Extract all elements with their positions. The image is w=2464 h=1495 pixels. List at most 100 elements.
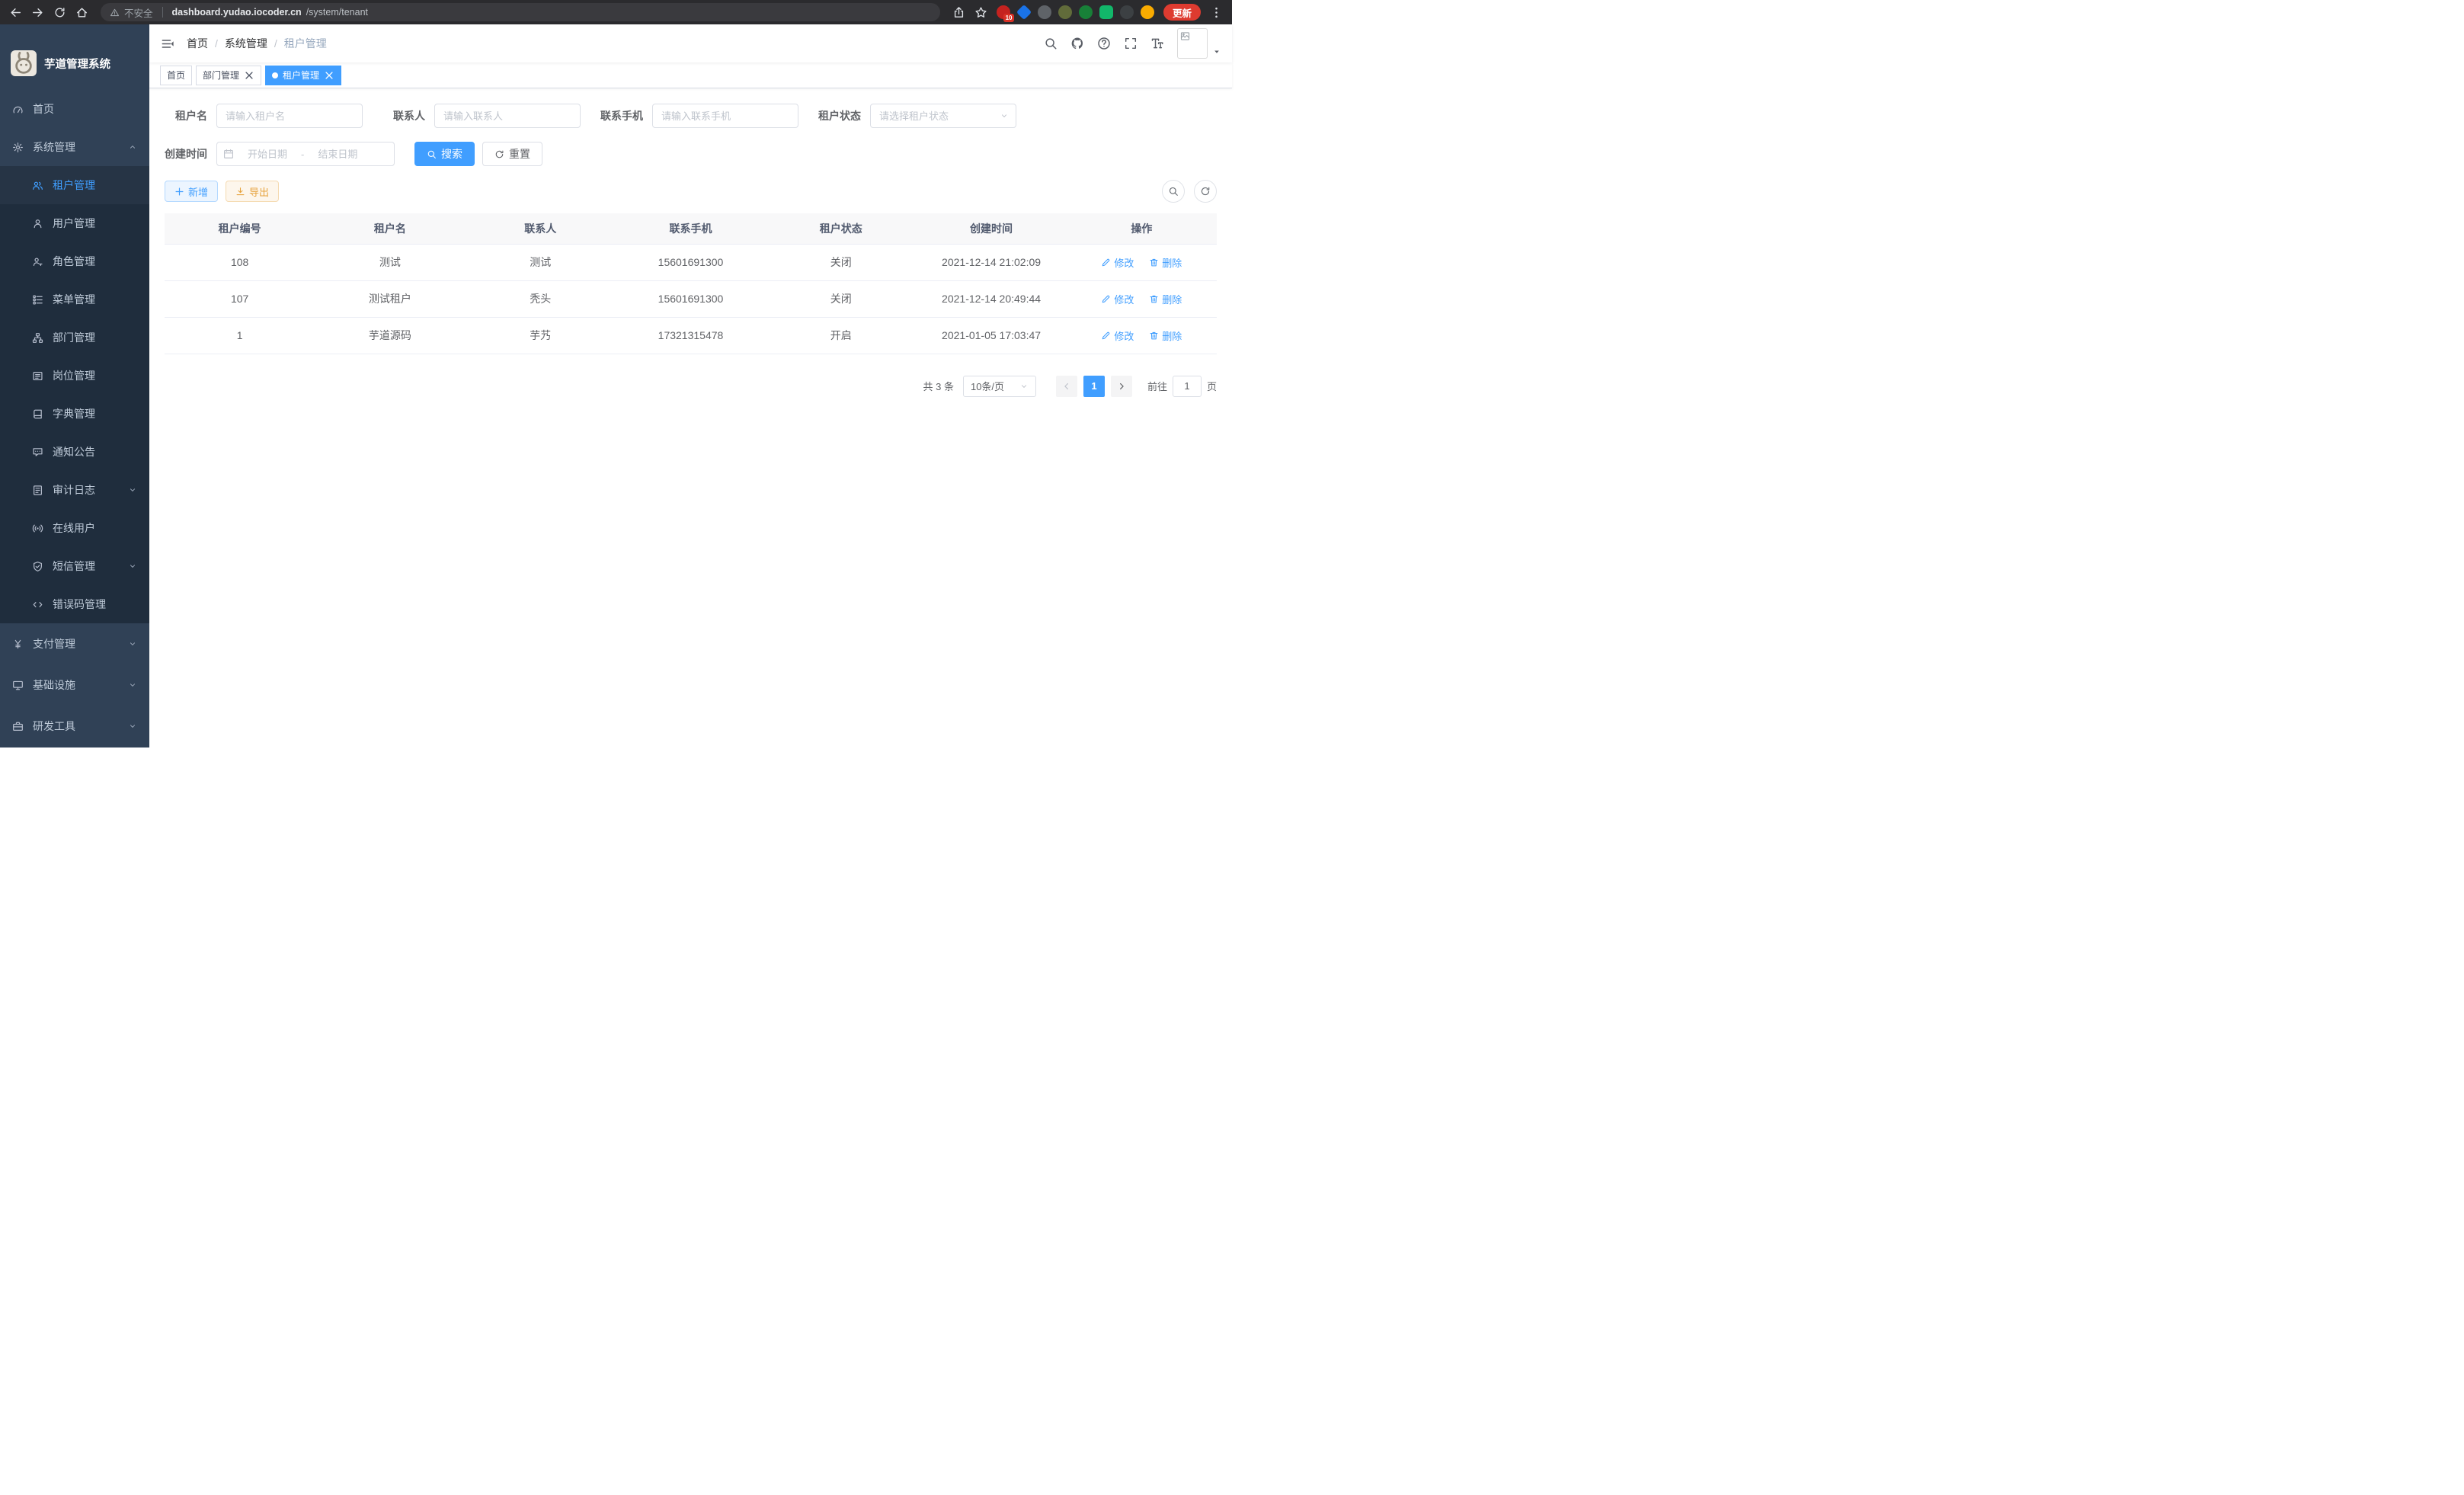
column-header-actions: 操作 (1067, 213, 1217, 244)
search-button[interactable]: 搜索 (414, 142, 475, 166)
sidebar-item-home[interactable]: 首页 (0, 90, 149, 128)
date-range-picker[interactable]: - (216, 142, 395, 166)
breadcrumb-system[interactable]: 系统管理 (225, 36, 267, 51)
sidebar-item-dept-mgmt[interactable]: 部门管理 (0, 319, 149, 357)
add-button[interactable]: 新增 (165, 181, 218, 202)
delete-link[interactable]: 删除 (1149, 328, 1182, 343)
tag-home[interactable]: 首页 (160, 66, 192, 85)
goto-page-input[interactable] (1173, 376, 1202, 397)
sidebar-item-online-users[interactable]: 在线用户 (0, 509, 149, 547)
contact-input[interactable] (435, 104, 580, 127)
contact-field (434, 104, 581, 128)
search-icon[interactable] (1044, 37, 1058, 50)
cell-actions: 修改 删除 (1067, 244, 1217, 280)
plus-icon (174, 187, 184, 197)
cell-status: 关闭 (766, 244, 916, 280)
column-header-phone: 联系手机 (616, 213, 766, 244)
sidebar-item-role-mgmt[interactable]: 角色管理 (0, 242, 149, 280)
update-button[interactable]: 更新 (1163, 4, 1201, 21)
extension-icon[interactable]: 10 (997, 5, 1010, 19)
edit-link[interactable]: 修改 (1101, 292, 1134, 306)
delete-link[interactable]: 删除 (1149, 255, 1182, 270)
trash-icon (1149, 331, 1159, 341)
sidebar-item-dict-mgmt[interactable]: 字典管理 (0, 395, 149, 433)
sidebar-item-label: 基础设施 (33, 677, 75, 693)
sidebar-item-sms-mgmt[interactable]: 短信管理 (0, 547, 149, 585)
page-size-select[interactable]: 10条/页 (963, 376, 1036, 397)
start-date-input[interactable] (235, 142, 299, 165)
chevron-down-icon (1019, 382, 1029, 391)
search-icon (1168, 186, 1179, 197)
org-tree-icon (32, 332, 43, 344)
edit-link[interactable]: 修改 (1101, 328, 1134, 343)
home-icon[interactable] (75, 6, 88, 19)
sidebar-item-dev-tools[interactable]: 研发工具 (0, 706, 149, 747)
refresh-table-button[interactable] (1194, 180, 1217, 203)
tag-dept-mgmt[interactable]: 部门管理 (196, 66, 261, 85)
user-avatar-menu[interactable] (1177, 28, 1221, 59)
more-menu-icon[interactable] (1210, 6, 1223, 19)
share-icon[interactable] (952, 6, 965, 19)
tenant-icon (32, 180, 43, 191)
filter-status: 租户状态 (818, 104, 1016, 128)
sidebar-item-audit-log[interactable]: 审计日志 (0, 471, 149, 509)
sidebar-item-label: 审计日志 (53, 482, 95, 498)
extension-icon[interactable] (1141, 5, 1154, 19)
extension-icon[interactable] (1120, 5, 1134, 19)
sidebar-item-user-mgmt[interactable]: 用户管理 (0, 204, 149, 242)
cell-created: 2021-12-14 20:49:44 (916, 280, 1066, 317)
tenant-name-input[interactable] (217, 104, 362, 127)
fullscreen-icon[interactable] (1124, 37, 1138, 50)
sidebar-item-payment-mgmt[interactable]: 支付管理 (0, 623, 149, 664)
back-icon[interactable] (9, 6, 22, 19)
extension-icon[interactable] (1099, 5, 1113, 19)
chevron-down-icon (128, 639, 137, 648)
search-icon (427, 149, 437, 159)
status-select-input[interactable] (871, 104, 1016, 127)
phone-label: 联系手机 (600, 108, 652, 123)
pagination: 共 3 条 10条/页 1 前往 页 (165, 376, 1217, 397)
help-icon[interactable] (1097, 37, 1111, 50)
extension-icon[interactable] (1058, 5, 1072, 19)
phone-input[interactable] (653, 104, 798, 127)
trash-icon (1149, 294, 1159, 304)
reset-button[interactable]: 重置 (482, 142, 542, 166)
sidebar-item-error-code-mgmt[interactable]: 错误码管理 (0, 585, 149, 623)
sidebar-item-system-mgmt[interactable]: 系统管理 (0, 128, 149, 166)
sidebar-item-notice[interactable]: 通知公告 (0, 433, 149, 471)
app-logo[interactable]: 芋道管理系统 (0, 24, 149, 90)
goto-page: 前往 页 (1147, 376, 1217, 397)
filter-row-1: 租户名 联系人 联系手机 (165, 104, 1217, 128)
sidebar-toggle-button[interactable] (149, 24, 187, 62)
status-select[interactable] (870, 104, 1016, 128)
monitor-icon (12, 680, 24, 691)
edit-link[interactable]: 修改 (1101, 255, 1134, 270)
extension-icon[interactable] (1016, 5, 1032, 20)
address-bar[interactable]: 不安全 dashboard.yudao.iocoder.cn/system/te… (101, 3, 940, 21)
export-button[interactable]: 导出 (226, 181, 279, 202)
toggle-search-button[interactable] (1162, 180, 1185, 203)
reload-icon[interactable] (53, 6, 66, 19)
extension-icon[interactable] (1079, 5, 1093, 19)
next-page-button[interactable] (1111, 376, 1132, 397)
sidebar-item-infrastructure[interactable]: 基础设施 (0, 664, 149, 706)
close-icon[interactable] (324, 70, 334, 81)
sidebar-item-label: 岗位管理 (53, 368, 95, 383)
forward-icon[interactable] (31, 6, 44, 19)
prev-page-button[interactable] (1056, 376, 1077, 397)
sidebar-item-menu-mgmt[interactable]: 菜单管理 (0, 280, 149, 319)
chevron-down-icon (128, 485, 137, 495)
sidebar-item-post-mgmt[interactable]: 岗位管理 (0, 357, 149, 395)
end-date-input[interactable] (306, 142, 370, 165)
page-1-button[interactable]: 1 (1083, 376, 1105, 397)
close-icon[interactable] (244, 70, 254, 81)
delete-link[interactable]: 删除 (1149, 292, 1182, 306)
breadcrumb-home[interactable]: 首页 (187, 36, 208, 51)
github-icon[interactable] (1070, 37, 1084, 50)
sidebar-item-tenant-mgmt[interactable]: 租户管理 (0, 166, 149, 204)
cell-id: 108 (165, 244, 315, 280)
extension-icon[interactable] (1038, 5, 1051, 19)
font-size-icon[interactable] (1150, 37, 1164, 50)
bookmark-star-icon[interactable] (974, 6, 987, 19)
tag-tenant-mgmt[interactable]: 租户管理 (265, 66, 341, 85)
